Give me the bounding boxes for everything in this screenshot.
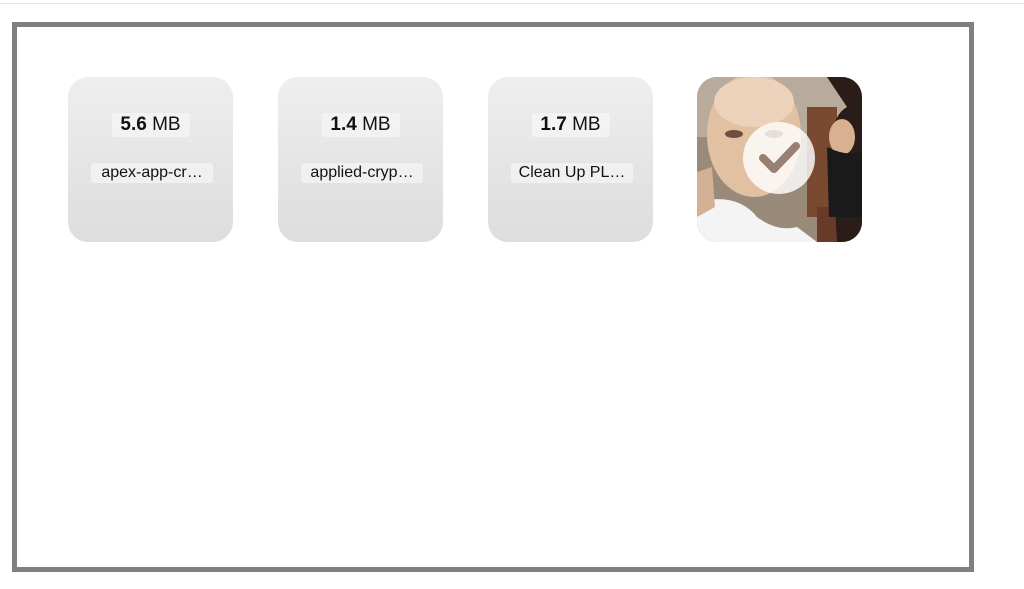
file-size-value: 5.6: [120, 114, 147, 135]
file-size-value: 1.4: [330, 114, 357, 135]
file-preview-card[interactable]: 1.4 MB applied-cryp…: [278, 77, 443, 242]
file-preview-card[interactable]: 1.7 MB Clean Up PL…: [488, 77, 653, 242]
file-size: 1.7 MB: [531, 113, 610, 137]
image-preview-card[interactable]: [697, 77, 862, 242]
file-preview-card[interactable]: 5.6 MB apex-app-cr…: [68, 77, 233, 242]
file-name: Clean Up PL…: [511, 163, 633, 183]
checkmark-icon: [759, 142, 800, 173]
file-dropzone[interactable]: 5.6 MB apex-app-cr… 1.4 MB applied-cryp……: [12, 22, 974, 572]
upload-success-badge: [743, 122, 815, 194]
file-size-unit: MB: [362, 114, 391, 135]
file-name: applied-cryp…: [301, 163, 423, 183]
file-size-value: 1.7: [540, 114, 567, 135]
file-size-unit: MB: [572, 114, 601, 135]
file-size-unit: MB: [152, 114, 181, 135]
file-size: 5.6 MB: [111, 113, 190, 137]
top-divider: [0, 3, 1024, 4]
file-size: 1.4 MB: [321, 113, 400, 137]
file-name: apex-app-cr…: [91, 163, 213, 183]
